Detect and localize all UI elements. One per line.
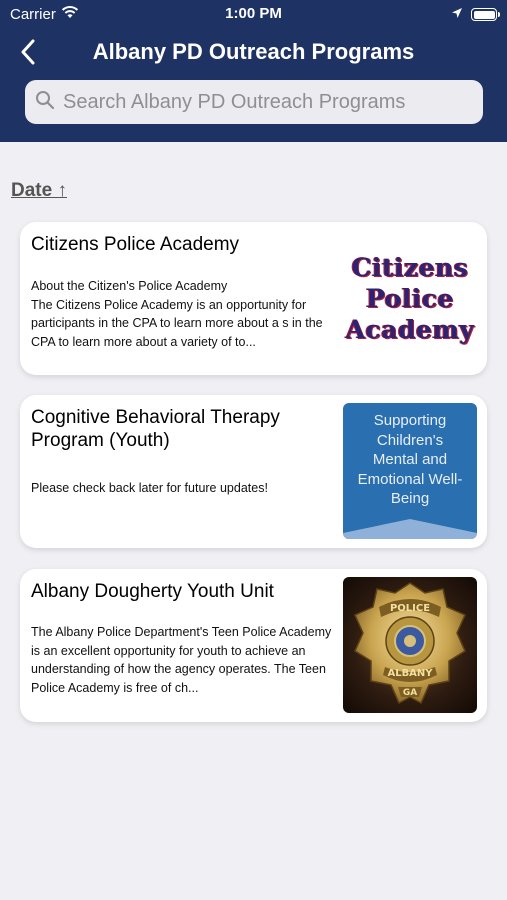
program-card-cbt-youth[interactable]: Cognitive Behavioral Therapy Program (Yo… <box>20 395 487 548</box>
location-arrow-icon <box>451 6 463 23</box>
sort-date-button[interactable]: Date ↑ <box>11 180 67 202</box>
status-bar: Carrier 1:00 PM <box>0 0 507 28</box>
page-title: Albany PD Outreach Programs <box>92 39 415 64</box>
navigation-bar: Albany PD Outreach Programs <box>0 30 507 74</box>
image-caption: Supporting Children's Mental and Emotion… <box>357 412 463 507</box>
image-text-line: Police <box>366 283 454 313</box>
program-description: About the Citizen's Police Academy The C… <box>31 279 323 349</box>
image-text-line: Citizens <box>351 252 469 282</box>
program-title: Citizens Police Academy <box>31 234 240 255</box>
status-indicators <box>451 6 500 23</box>
program-description: The Albany Police Department's Teen Poli… <box>31 625 332 695</box>
program-image-cbt-youth: Supporting Children's Mental and Emotion… <box>343 403 477 539</box>
chevron-banner-icon <box>343 519 477 539</box>
program-description: Please check back later for future updat… <box>31 481 268 495</box>
badge-text-ga: GA <box>403 688 417 698</box>
badge-text-police: POLICE <box>390 603 430 614</box>
program-card-albany-dougherty-youth-unit[interactable]: Albany Dougherty Youth Unit The Albany P… <box>20 569 487 722</box>
battery-icon <box>471 8 500 21</box>
search-input[interactable] <box>63 90 463 114</box>
header: Carrier 1:00 PM Albany PD Outreach Progr… <box>0 0 507 142</box>
program-image-police-badge: POLICE ALBANY GA <box>343 577 477 713</box>
status-time: 1:00 PM <box>225 5 282 22</box>
program-title: Albany Dougherty Youth Unit <box>31 581 274 602</box>
search-bar[interactable] <box>25 80 483 124</box>
program-card-citizens-police-academy[interactable]: Citizens Police Academy About the Citize… <box>20 222 487 375</box>
image-text-line: Academy <box>345 314 475 344</box>
search-icon <box>35 90 55 115</box>
program-image-citizens-police-academy: Citizens Police Academy <box>343 230 477 366</box>
police-badge-icon: POLICE ALBANY GA <box>354 582 466 705</box>
badge-text-albany: ALBANY <box>387 668 433 679</box>
program-title: Cognitive Behavioral Therapy Program (Yo… <box>31 407 280 451</box>
